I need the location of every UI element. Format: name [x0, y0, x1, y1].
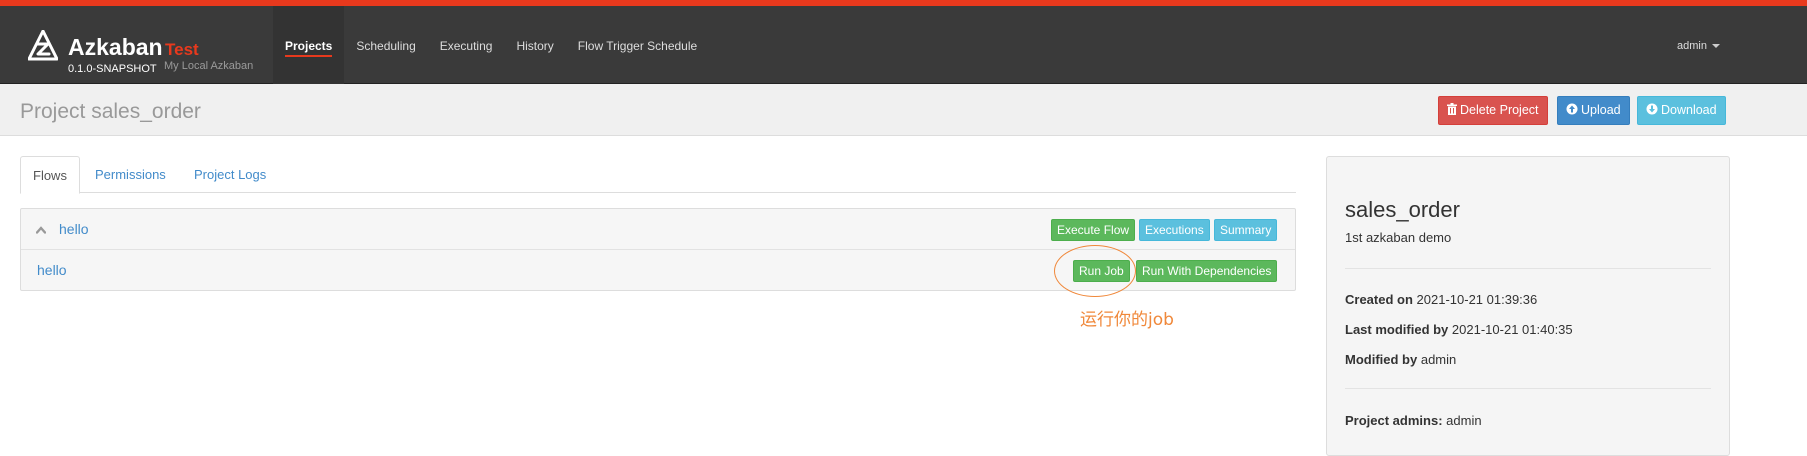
modified-by-label: Modified by [1345, 352, 1418, 367]
nav-scheduling[interactable]: Scheduling [344, 6, 427, 84]
modified-by-value: admin [1420, 352, 1457, 367]
chevron-up-icon[interactable] [36, 225, 46, 235]
upload-label: Upload [1581, 103, 1621, 117]
nav-executing[interactable]: Executing [428, 6, 505, 84]
flow-header: hello Execute Flow Executions Summary [21, 209, 1295, 250]
project-admins-row: Project admins: admin [1345, 413, 1482, 428]
navbar: Azkaban Test 0.1.0-SNAPSHOT My Local Azk… [0, 6, 1807, 84]
download-button[interactable]: Download [1637, 96, 1726, 125]
project-admins-label: Project admins: [1345, 413, 1443, 428]
job-name-link[interactable]: hello [37, 262, 67, 278]
annotation-circle [1054, 245, 1136, 297]
trash-icon [1447, 103, 1457, 115]
created-on-row: Created on 2021-10-21 01:39:36 [1345, 292, 1537, 307]
project-description: 1st azkaban demo [1345, 230, 1452, 245]
nav-projects[interactable]: Projects [273, 6, 345, 84]
created-on-value: 2021-10-21 01:39:36 [1416, 292, 1538, 307]
project-header: Project sales_order Delete Project Uploa… [0, 84, 1807, 136]
tab-flows[interactable]: Flows [20, 156, 80, 194]
user-name: admin [1677, 40, 1707, 52]
brand-subtitle: My Local Azkaban [164, 60, 254, 72]
main-nav: Projects Scheduling Executing History Fl… [273, 6, 709, 84]
project-info-panel: sales_order 1st azkaban demo Created on … [1326, 156, 1730, 456]
tab-permissions[interactable]: Permissions [83, 156, 178, 193]
delete-project-label: Delete Project [1460, 103, 1539, 117]
execute-flow-button[interactable]: Execute Flow [1051, 219, 1136, 241]
project-tabs: Flows Permissions Project Logs [20, 156, 1296, 194]
run-with-dependencies-button[interactable]: Run With Dependencies [1136, 260, 1278, 282]
project-admins-value: admin [1446, 413, 1482, 428]
chevron-down-icon [1711, 44, 1720, 49]
download-label: Download [1661, 103, 1717, 117]
delete-project-button[interactable]: Delete Project [1438, 96, 1548, 125]
project-name: sales_order [1345, 197, 1460, 222]
last-modified-row: Last modified by 2021-10-21 01:40:35 [1345, 322, 1573, 337]
upload-button[interactable]: Upload [1557, 96, 1630, 125]
azkaban-logo-icon [28, 30, 58, 61]
tab-project-logs[interactable]: Project Logs [182, 156, 278, 193]
flow-name-link[interactable]: hello [59, 221, 89, 237]
created-on-label: Created on [1345, 292, 1413, 307]
annotation-text: 运行你的job [1080, 310, 1174, 330]
brand-version: 0.1.0-SNAPSHOT [68, 63, 157, 75]
user-menu[interactable]: admin [1677, 40, 1720, 52]
executions-button[interactable]: Executions [1139, 219, 1210, 241]
nav-history[interactable]: History [504, 6, 565, 84]
summary-button[interactable]: Summary [1214, 219, 1278, 241]
download-icon [1646, 103, 1658, 115]
brand-name: Azkaban [68, 34, 163, 60]
nav-flow-trigger-schedule[interactable]: Flow Trigger Schedule [566, 6, 709, 84]
upload-icon [1566, 103, 1578, 115]
last-modified-label: Last modified by [1345, 322, 1449, 337]
divider [1345, 388, 1711, 389]
divider [1345, 268, 1711, 269]
modified-by-row: Modified by admin [1345, 352, 1456, 367]
page-title: Project sales_order [20, 100, 201, 123]
last-modified-value: 2021-10-21 01:40:35 [1451, 322, 1573, 337]
brand-env-label: Test [165, 40, 199, 59]
